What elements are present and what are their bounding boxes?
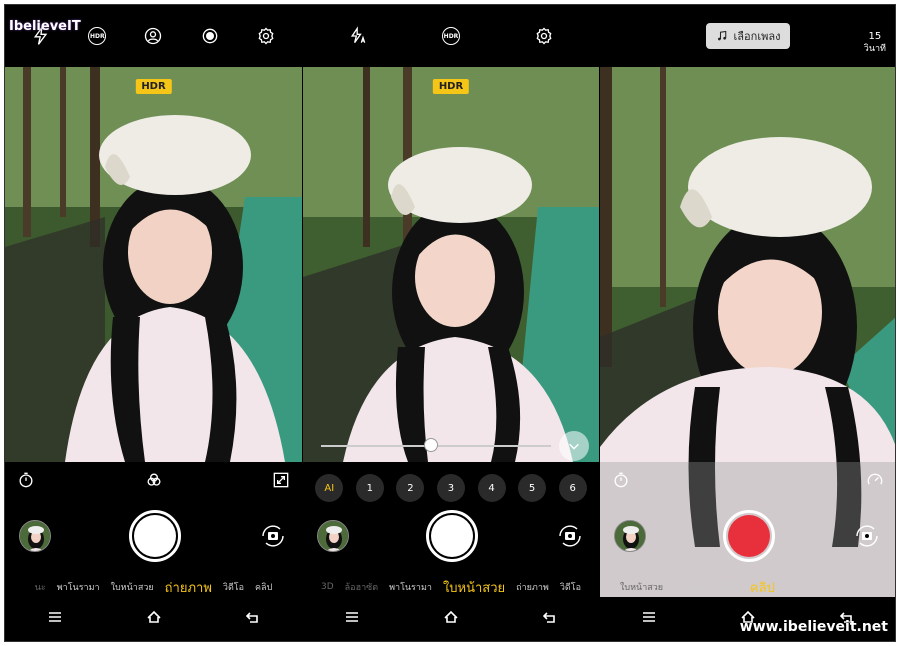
music-note-icon bbox=[717, 30, 726, 41]
aspect-ratio-icon[interactable] bbox=[270, 469, 292, 491]
gallery-thumbnail[interactable] bbox=[19, 520, 51, 552]
camera-clip-panel: เลือกเพลง 15 วินาที ใบหน้าสวย ถ่ายภาพ วิ… bbox=[600, 5, 895, 641]
mode-item[interactable]: 3D bbox=[321, 582, 334, 592]
hdr-badge: HDR bbox=[135, 79, 172, 94]
timer-icon[interactable] bbox=[610, 469, 632, 491]
screenshot-frame: HDR IbelieveIT HDR นะ พาโนรามา ใบหน้าสวย… bbox=[4, 4, 896, 642]
settings-gear-icon[interactable] bbox=[255, 25, 277, 47]
hdr-icon[interactable]: HDR bbox=[86, 25, 108, 47]
clip-duration-value: 15 bbox=[868, 31, 882, 42]
menu-icon[interactable] bbox=[641, 609, 657, 629]
camera-controls: นะ พาโนรามา ใบหน้าสวย ถ่ายภาพ วิดีโอ คลิ… bbox=[5, 462, 302, 597]
top-toolbar: เลือกเพลง bbox=[600, 5, 895, 67]
clip-duration[interactable]: 15 วินาที bbox=[864, 31, 886, 55]
gallery-thumbnail[interactable] bbox=[317, 520, 349, 552]
beauty-intensity-slider[interactable] bbox=[321, 438, 551, 452]
hdr-badge: HDR bbox=[432, 79, 470, 94]
mode-item-active[interactable]: ถ่ายภาพ bbox=[165, 577, 212, 598]
home-icon[interactable] bbox=[146, 609, 162, 629]
gallery-thumbnail[interactable] bbox=[614, 520, 646, 552]
mode-item[interactable]: ถ่ายภาพ bbox=[516, 580, 549, 594]
settings-gear-icon[interactable] bbox=[533, 25, 555, 47]
flash-auto-icon[interactable] bbox=[347, 25, 369, 47]
camera-controls: ใบหน้าสวย ถ่ายภาพ วิดีโอ คลิป bbox=[600, 462, 895, 598]
hdr-icon[interactable]: HDR bbox=[440, 25, 462, 47]
mode-selector: ใบหน้าสวย ถ่ายภาพ วิดีโอ คลิป bbox=[600, 577, 895, 598]
camera-controls: AI 1 2 3 4 5 6 3D ล้อฮาซัต พาโนรามา ใบหน… bbox=[303, 462, 599, 597]
camera-photo-panel: HDR IbelieveIT HDR นะ พาโนรามา ใบหน้าสวย… bbox=[5, 5, 302, 641]
camera-viewfinder[interactable]: HDR bbox=[5, 67, 302, 462]
collapse-chevron-icon[interactable] bbox=[559, 431, 589, 461]
mode-item[interactable]: ใบหน้าสวย bbox=[111, 580, 154, 594]
beauty-level[interactable]: 5 bbox=[518, 474, 547, 502]
beauty-level[interactable]: 2 bbox=[396, 474, 425, 502]
beauty-level[interactable]: 6 bbox=[558, 474, 587, 502]
beauty-level-ai[interactable]: AI bbox=[315, 474, 344, 502]
select-music-button[interactable]: เลือกเพลง bbox=[705, 23, 791, 49]
quick-tools-row bbox=[600, 468, 895, 492]
mode-selector: นะ พาโนรามา ใบหน้าสวย ถ่ายภาพ วิดีโอ คลิ… bbox=[5, 578, 302, 596]
switch-camera-icon[interactable] bbox=[258, 521, 288, 551]
mode-item[interactable]: วิดีโอ bbox=[560, 580, 581, 594]
quick-tools-row bbox=[5, 468, 302, 492]
menu-icon[interactable] bbox=[47, 609, 63, 629]
clip-duration-unit: วินาที bbox=[863, 44, 886, 54]
shutter-button[interactable] bbox=[128, 510, 181, 562]
mode-item[interactable]: ล้อฮาซัต bbox=[345, 580, 378, 594]
speed-icon[interactable] bbox=[864, 469, 886, 491]
switch-camera-icon[interactable] bbox=[555, 521, 585, 551]
mode-item-active[interactable]: ใบหน้าสวย bbox=[443, 577, 505, 598]
selfie-scene bbox=[303, 67, 599, 462]
mode-selector: 3D ล้อฮาซัต พาโนรามา ใบหน้าสวย ถ่ายภาพ ว… bbox=[303, 578, 599, 596]
beauty-level[interactable]: 1 bbox=[355, 474, 384, 502]
back-icon[interactable] bbox=[245, 609, 261, 629]
home-icon[interactable] bbox=[443, 609, 459, 629]
top-toolbar: HDR bbox=[303, 5, 599, 67]
beauty-level-row: AI 1 2 3 4 5 6 bbox=[303, 474, 599, 502]
selfie-scene bbox=[5, 67, 302, 462]
mode-item[interactable]: วิดีโอ bbox=[223, 580, 244, 594]
mode-item[interactable]: นะ bbox=[35, 580, 46, 594]
timer-icon[interactable] bbox=[15, 469, 37, 491]
shutter-row bbox=[5, 506, 302, 566]
select-music-label: เลือกเพลง bbox=[733, 30, 781, 43]
mode-item[interactable]: ถ่ายภาพ bbox=[674, 580, 707, 594]
android-nav-bar bbox=[5, 597, 302, 641]
beauty-level[interactable]: 3 bbox=[436, 474, 465, 502]
mode-item[interactable]: วิดีโอ bbox=[718, 580, 739, 594]
camera-beauty-panel: HDR HDR AI 1 2 3 4 5 6 3D ล้อฮาซัต พาโนร… bbox=[303, 5, 599, 641]
camera-viewfinder[interactable]: HDR bbox=[303, 67, 599, 462]
mode-item[interactable]: คลิป bbox=[255, 580, 272, 594]
menu-icon[interactable] bbox=[344, 609, 360, 629]
back-icon[interactable] bbox=[542, 609, 558, 629]
shutter-row bbox=[600, 506, 895, 566]
mode-item[interactable]: ใบหน้าสวย bbox=[620, 580, 663, 594]
switch-camera-icon[interactable] bbox=[852, 521, 882, 551]
site-watermark: www.ibelieveit.net bbox=[739, 619, 888, 635]
top-toolbar: HDR bbox=[5, 5, 302, 67]
site-logo: IbelieveIT bbox=[9, 19, 81, 34]
mode-item-active[interactable]: คลิป bbox=[750, 577, 775, 598]
record-button[interactable] bbox=[723, 510, 775, 562]
shutter-button[interactable] bbox=[426, 510, 478, 562]
filter-icon[interactable] bbox=[199, 25, 221, 47]
android-nav-bar bbox=[303, 597, 599, 641]
portrait-icon[interactable] bbox=[142, 25, 164, 47]
color-effects-icon[interactable] bbox=[143, 469, 165, 491]
beauty-level[interactable]: 4 bbox=[477, 474, 506, 502]
shutter-row bbox=[303, 506, 599, 566]
mode-item[interactable]: พาโนรามา bbox=[389, 580, 432, 594]
mode-item[interactable]: พาโนรามา bbox=[57, 580, 100, 594]
